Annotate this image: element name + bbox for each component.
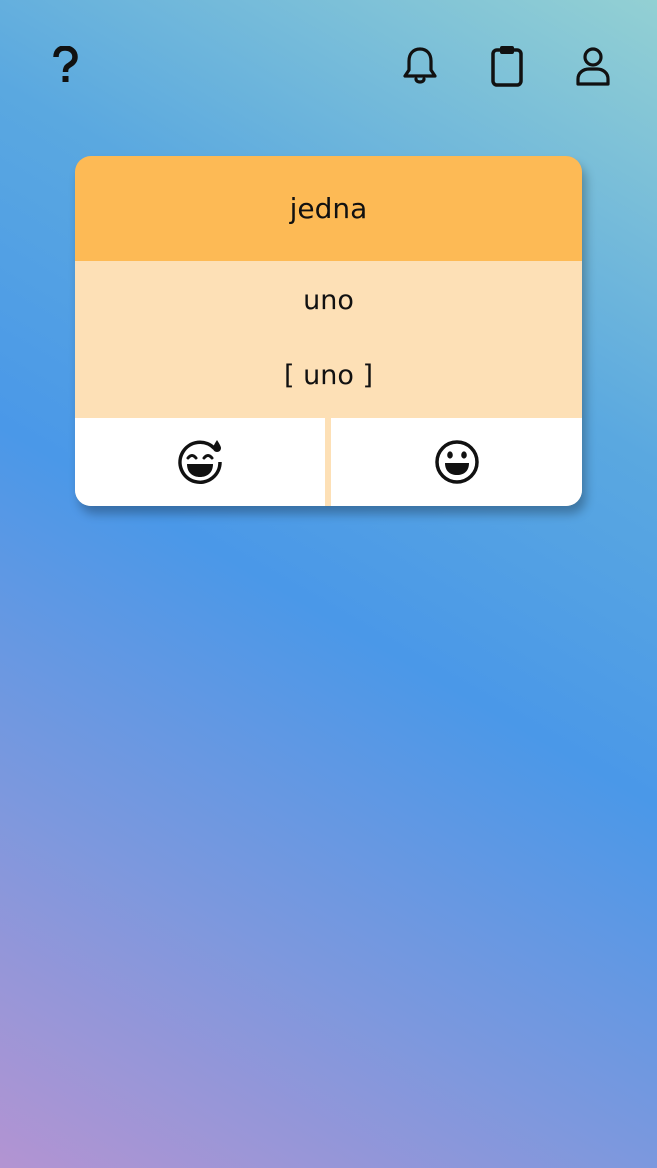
help-button[interactable] [43, 44, 87, 88]
hard-answer-button[interactable] [75, 418, 325, 506]
flashcard-front[interactable]: jedna [75, 156, 582, 261]
answer-buttons [75, 418, 582, 506]
user-icon [576, 47, 610, 86]
top-bar [0, 0, 657, 132]
pronunciation-text: [ uno ] [284, 360, 373, 391]
flashcard: jedna uno [ uno ] [75, 156, 582, 506]
question-mark-icon [53, 46, 78, 82]
tasks-button[interactable] [485, 44, 529, 88]
easy-answer-button[interactable] [331, 418, 582, 506]
grinning-face-icon [434, 440, 479, 484]
clipboard-icon [491, 46, 523, 87]
notifications-button[interactable] [398, 44, 442, 88]
translation-text: uno [303, 285, 354, 316]
front-word: jedna [289, 192, 368, 225]
grinning-face-with-sweat-icon [178, 440, 222, 484]
profile-button[interactable] [571, 44, 615, 88]
bell-icon [403, 47, 437, 84]
